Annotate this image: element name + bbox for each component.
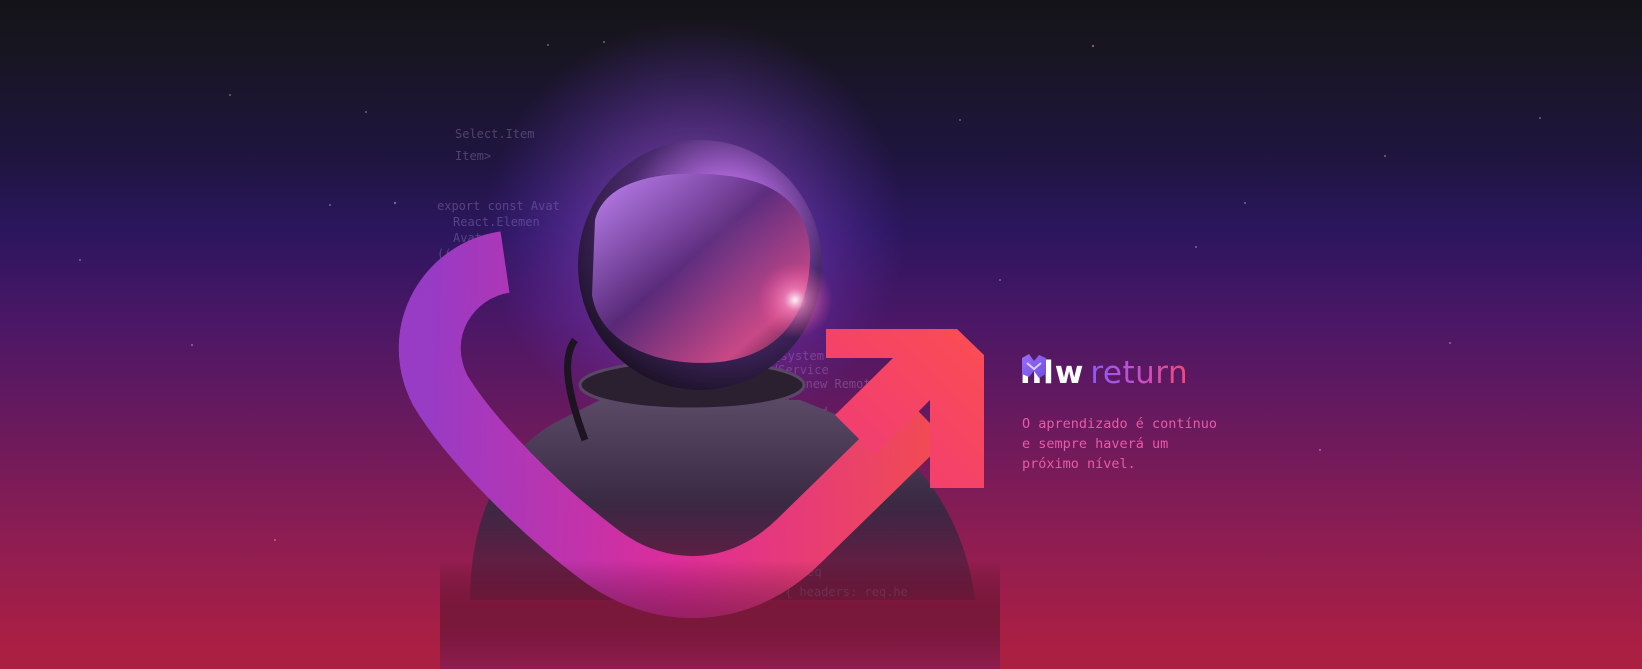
hero-banner: Select.ItemItem>export const AvatReact.E…: [0, 0, 1642, 669]
tagline-line-1: O aprendizado é contínuo: [1022, 416, 1218, 432]
bottom-fade: [440, 560, 1000, 669]
tagline-line-2: e sempre haverá um: [1022, 436, 1169, 452]
tagline-line-3: próximo nível.: [1022, 456, 1136, 472]
visor-reflection: [757, 262, 833, 338]
brand-name-return: return: [1090, 354, 1189, 391]
code-line: Item>: [455, 149, 491, 163]
hero-artwork: Select.ItemItem>export const AvatReact.E…: [79, 20, 1541, 669]
nlw-logo-icon: [1022, 354, 1046, 378]
brand-logo: nlw return: [1020, 352, 1188, 394]
tagline: O aprendizado é contínuo e sempre haverá…: [1022, 414, 1252, 474]
